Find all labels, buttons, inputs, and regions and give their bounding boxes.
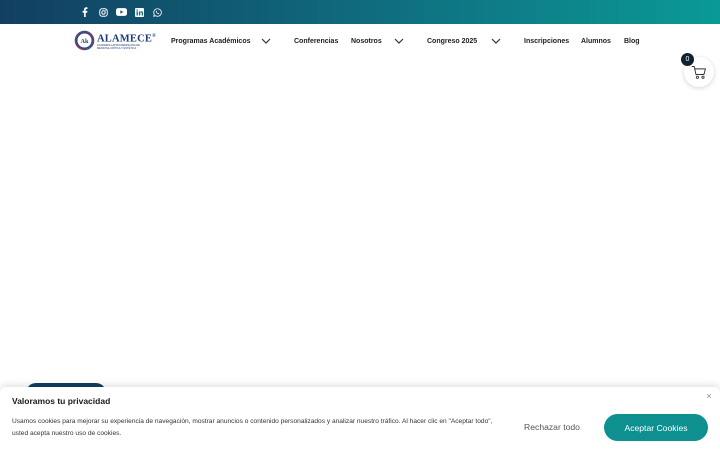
main-navbar: Ak ALAMECE® ACADEMIA LATINOAMERICANA DE … [0,24,720,58]
whatsapp-icon[interactable] [148,0,166,24]
chevron-down-icon[interactable] [393,35,405,47]
linkedin-icon[interactable] [130,0,148,24]
facebook-icon[interactable] [76,0,94,24]
close-icon[interactable]: × [704,391,714,401]
logo-emblem-icon: Ak [74,30,95,51]
cookie-title: Valoramos tu privacidad [12,396,111,406]
cart-icon [691,65,706,79]
chevron-down-icon[interactable] [260,35,272,47]
chevron-down-icon[interactable] [490,35,502,47]
nav-inscripciones[interactable]: Inscripciones [524,24,569,58]
top-bar [0,0,720,24]
logo-name: ALAMECE® [96,33,156,45]
nav-conferencias[interactable]: Conferencias [294,24,338,58]
site-logo[interactable]: Ak ALAMECE® ACADEMIA LATINOAMERICANA DE … [74,26,156,55]
nav-programas-academicos[interactable]: Programas Académicos [171,24,251,58]
nav-alumnos[interactable]: Alumnos [581,24,611,58]
svg-text:Ak: Ak [80,38,89,45]
cookie-banner: Valoramos tu privacidad Usamos cookies p… [0,387,720,450]
youtube-icon[interactable] [112,0,130,24]
cookie-description: Usamos cookies para mejorar su experienc… [12,418,493,437]
cart-count-badge: 0 [681,53,694,66]
accept-cookies-button[interactable]: Aceptar Cookies [604,414,708,441]
nav-nosotros[interactable]: Nosotros [351,24,382,58]
reject-cookies-button[interactable]: Rechazar todo [512,414,592,440]
logo-tagline: ACADEMIA LATINOAMERICANA DE MEDICINA CRÍ… [96,44,140,51]
nav-congreso-2025[interactable]: Congreso 2025 [427,24,477,58]
nav-blog[interactable]: Blog [624,24,640,58]
instagram-icon[interactable] [94,0,112,24]
